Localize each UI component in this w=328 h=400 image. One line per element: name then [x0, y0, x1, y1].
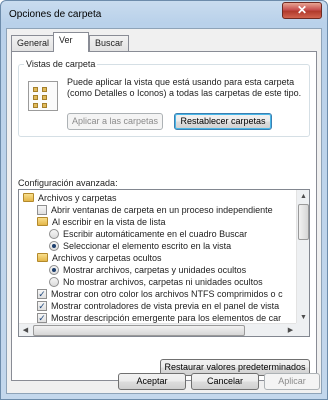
- advanced-settings-label: Configuración avanzada:: [18, 178, 118, 188]
- vertical-scrollbar[interactable]: ▲ ▼: [296, 190, 309, 324]
- dialog-body: General Ver Buscar Vistas de carpeta Pue…: [6, 28, 322, 394]
- folder-options-window: Opciones de carpeta ✕ General Ver Buscar…: [0, 0, 328, 400]
- folder-views-group: Vistas de carpeta Puede aplicar la vista…: [18, 59, 310, 137]
- checkbox[interactable]: [37, 205, 47, 215]
- group-title: Vistas de carpeta: [24, 59, 98, 69]
- close-icon: ✕: [296, 3, 308, 17]
- title-bar[interactable]: Opciones de carpeta ✕: [1, 1, 327, 27]
- scroll-left-icon[interactable]: ◀: [19, 324, 32, 336]
- radio-button[interactable]: [49, 277, 59, 287]
- ok-button[interactable]: Aceptar: [118, 373, 186, 390]
- folder-views-icon: [28, 81, 58, 111]
- checkbox[interactable]: ✓: [37, 313, 47, 323]
- radio-button[interactable]: [49, 229, 59, 239]
- scroll-thumb[interactable]: [33, 325, 245, 336]
- tab-buscar[interactable]: Buscar: [89, 35, 130, 51]
- scroll-corner: [296, 323, 309, 336]
- apply-to-folders-button[interactable]: Aplicar a las carpetas: [67, 113, 163, 130]
- advanced-settings-list[interactable]: Archivos y carpetas Abrir ventanas de ca…: [18, 189, 310, 337]
- folder-views-description: Puede aplicar la vista que está usando p…: [67, 77, 302, 98]
- reset-folders-button[interactable]: Restablecer carpetas: [174, 113, 272, 130]
- tab-panel-ver: Vistas de carpeta Puede aplicar la vista…: [11, 51, 317, 381]
- scroll-up-icon[interactable]: ▲: [297, 190, 309, 203]
- apply-button[interactable]: Aplicar: [264, 373, 320, 390]
- tab-ver[interactable]: Ver: [53, 32, 89, 52]
- radio-button[interactable]: [49, 241, 59, 251]
- close-button[interactable]: ✕: [282, 2, 322, 19]
- window-title: Opciones de carpeta: [9, 9, 102, 20]
- checkbox[interactable]: ✓: [37, 289, 47, 299]
- horizontal-scrollbar[interactable]: ◀ ▶: [19, 323, 297, 336]
- tab-general[interactable]: General: [11, 35, 56, 51]
- cancel-button[interactable]: Cancelar: [191, 373, 259, 390]
- folder-icon: [23, 193, 34, 202]
- folder-icon: [37, 217, 48, 226]
- folder-icon: [37, 253, 48, 262]
- radio-button[interactable]: [49, 265, 59, 275]
- checkbox[interactable]: ✓: [37, 301, 47, 311]
- scroll-thumb[interactable]: [298, 204, 309, 240]
